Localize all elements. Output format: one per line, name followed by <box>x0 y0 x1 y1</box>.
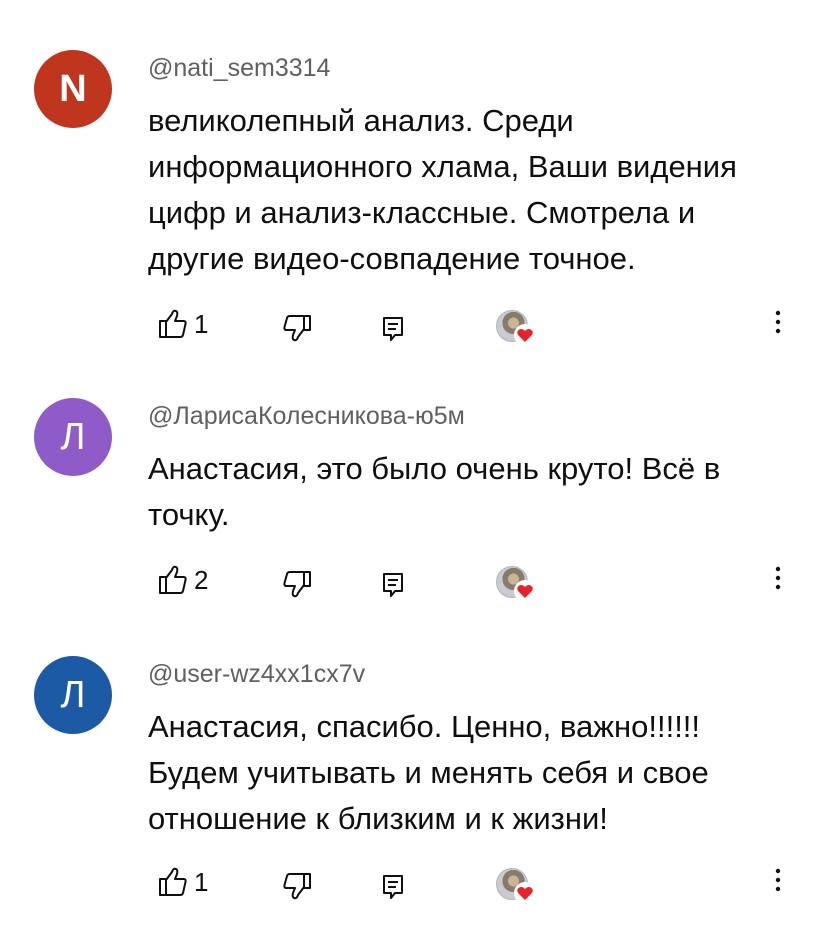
comment-text-line: Анастасия, спасибо. Ценно, важно!!!!!! <box>148 709 701 744</box>
thumbs-down-icon <box>283 571 311 598</box>
comment-text: великолепный анализ. Среди информационно… <box>148 98 788 282</box>
comment-text-line: другие видео-совпадение точное. <box>148 241 636 276</box>
comment-text: Анастасия, это было очень круто! Всё в т… <box>148 446 788 538</box>
like-button[interactable] <box>158 564 188 596</box>
comment-text-line: Будем учитывать и менять себя и свое <box>148 755 709 790</box>
heart-icon <box>514 580 536 602</box>
more-vert-icon <box>775 566 781 590</box>
comment-text-line: цифр и анализ-классные. Смотрела и <box>148 195 696 230</box>
comment-actions: 1 <box>0 866 824 906</box>
comment-author[interactable]: @user-wz4xx1cx7v <box>148 660 365 689</box>
like-count: 1 <box>194 309 209 339</box>
thumbs-up-icon <box>159 867 187 896</box>
creator-heart-badge <box>494 866 538 906</box>
comment-text: Анастасия, спасибо. Ценно, важно!!!!!! Б… <box>148 704 788 842</box>
thumbs-up-icon <box>159 309 187 338</box>
comment-text-line: Анастасия, это было очень круто! Всё в <box>148 451 721 486</box>
like-count: 1 <box>194 867 209 897</box>
more-options-button[interactable] <box>768 308 788 340</box>
comment-text-line: отношение к близким и к жизни! <box>148 801 608 836</box>
reply-icon <box>383 317 403 341</box>
thumbs-down-icon <box>283 315 311 342</box>
dislike-button[interactable] <box>280 314 312 344</box>
thumbs-down-icon <box>283 873 311 900</box>
comment-text-line: информационного хлама, Ваши видения <box>148 149 737 184</box>
reply-button[interactable] <box>382 316 404 342</box>
heart-icon <box>514 324 536 346</box>
reply-button[interactable] <box>382 572 404 598</box>
dislike-button[interactable] <box>280 872 312 902</box>
avatar[interactable]: Л <box>34 398 112 476</box>
more-vert-icon <box>775 868 781 892</box>
comment-text-line: великолепный анализ. Среди <box>148 103 574 138</box>
comment-text-line: точку. <box>148 497 230 532</box>
more-options-button[interactable] <box>768 866 788 898</box>
avatar[interactable]: N <box>34 50 112 128</box>
reply-button[interactable] <box>382 874 404 900</box>
comment-actions: 1 <box>0 308 824 348</box>
reply-icon <box>383 875 403 899</box>
more-vert-icon <box>775 310 781 334</box>
avatar[interactable]: Л <box>34 656 112 734</box>
like-count: 2 <box>194 565 209 595</box>
comment-author[interactable]: @nati_sem3314 <box>148 54 330 83</box>
more-options-button[interactable] <box>768 564 788 596</box>
creator-heart-badge <box>494 308 538 348</box>
heart-icon <box>514 882 536 904</box>
thumbs-up-icon <box>159 565 187 594</box>
reply-icon <box>383 573 403 597</box>
comment-author[interactable]: @ЛарисаКолесникова-ю5м <box>148 402 465 431</box>
like-button[interactable] <box>158 308 188 340</box>
dislike-button[interactable] <box>280 570 312 600</box>
creator-heart-badge <box>494 564 538 604</box>
like-button[interactable] <box>158 866 188 898</box>
comment-actions: 2 <box>0 564 824 604</box>
